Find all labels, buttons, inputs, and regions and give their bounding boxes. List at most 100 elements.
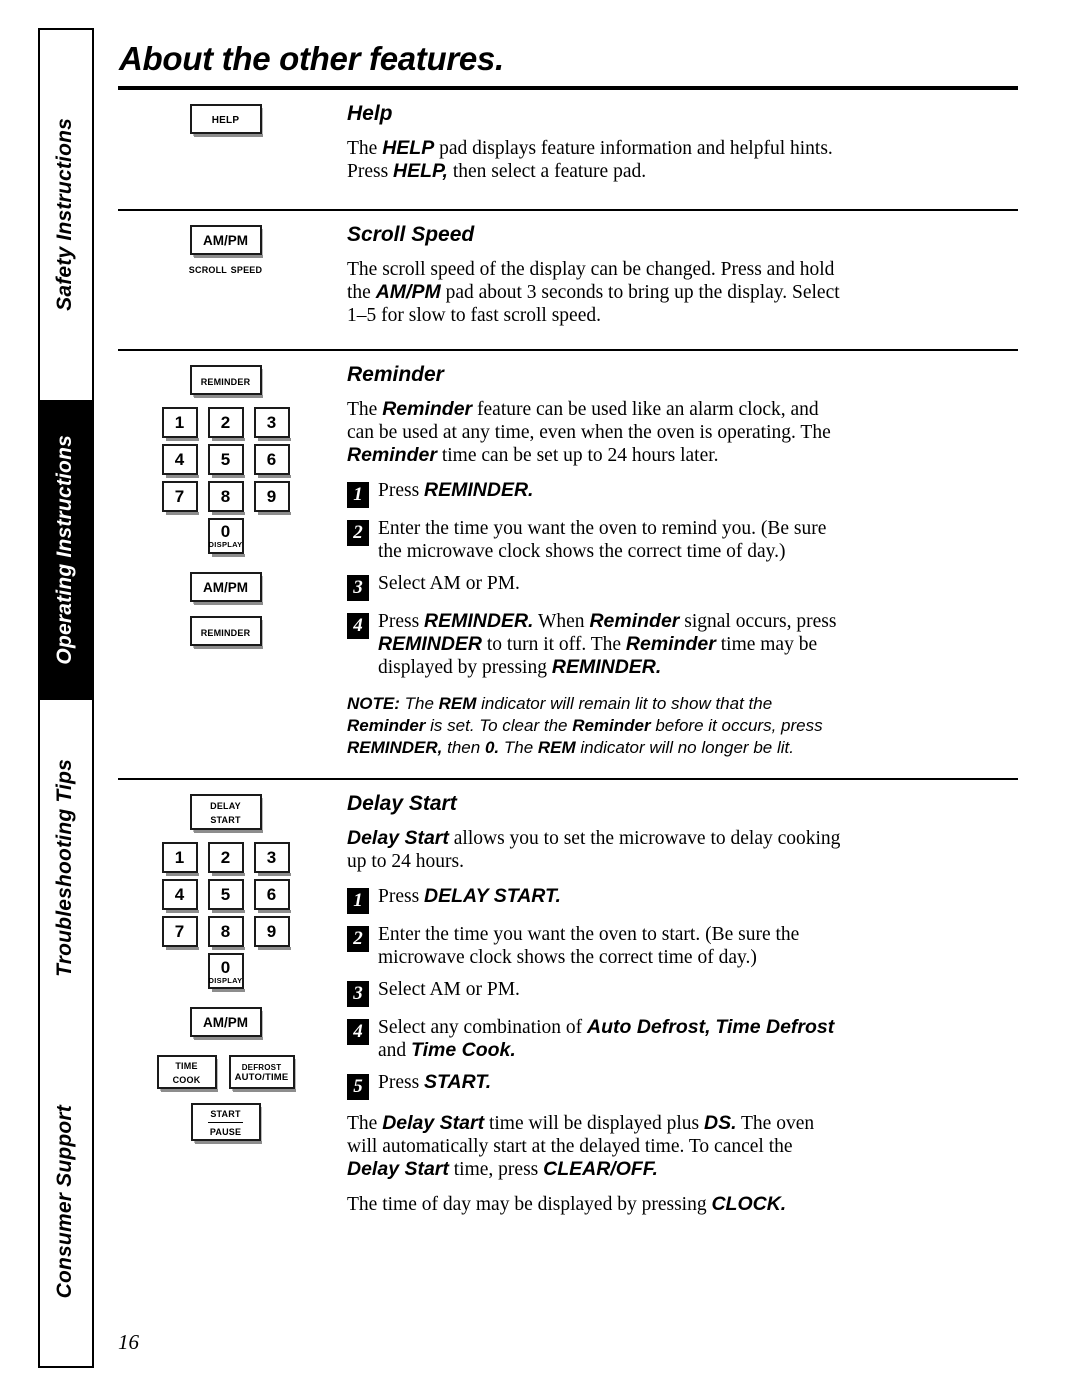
step-text: Select any combination of Auto Defrost, …: [378, 1016, 835, 1062]
step-text: Press REMINDER.: [378, 479, 534, 501]
ampm-pad-button[interactable]: AM/PM: [189, 225, 263, 258]
key-2[interactable]: 2: [207, 842, 245, 877]
key-5[interactable]: 5: [207, 879, 245, 914]
page-title: About the other features.: [119, 40, 504, 77]
key-7[interactable]: 7: [161, 481, 199, 515]
ampm-pad-label: AM/PM: [203, 579, 248, 595]
key-0-sublabel: DISPLAY: [208, 975, 243, 985]
key-6[interactable]: 6: [253, 879, 291, 914]
help-button-graphic: Help: [118, 90, 333, 137]
cook-defrost-button-row: Time Cook Defrost AUTO/TIME: [156, 1055, 296, 1093]
step-text: Press DELAY START.: [378, 885, 561, 908]
sidebar-tab-consumer-support[interactable]: Consumer Support: [38, 1035, 94, 1368]
key-4[interactable]: 4: [161, 879, 199, 914]
ampm-pad-button-delay[interactable]: AM/PM: [189, 1007, 263, 1041]
ampm-pad-button-reminder[interactable]: AM/PM: [189, 572, 263, 605]
ampm-pad-label: AM/PM: [203, 1014, 248, 1030]
key-2[interactable]: 2: [207, 407, 245, 441]
start-pause-button[interactable]: Start Pause: [190, 1103, 262, 1145]
step-number: 2: [347, 520, 369, 546]
scroll-speed-text: Scroll Speed The scroll speed of the dis…: [333, 211, 1026, 327]
reminder-step-1: 1 Press REMINDER.: [347, 479, 846, 508]
content-column: About the other features. Help Help The …: [118, 40, 1026, 1216]
numeric-keypad: 1 2 3 4 5 6 7 8 9: [161, 407, 291, 515]
reminder-pad-button-bottom[interactable]: Reminder: [189, 616, 263, 649]
step-text: Select AM or PM.: [378, 979, 520, 1001]
delay-start-pad-button[interactable]: Delay Start: [189, 794, 263, 834]
defrost-button[interactable]: Defrost AUTO/TIME: [228, 1055, 296, 1093]
key-1[interactable]: 1: [161, 842, 199, 877]
delay-start-step-5: 5 Press START.: [347, 1071, 846, 1101]
help-pad-button[interactable]: Help: [189, 104, 263, 137]
step-text: Enter the time you want the oven to remi…: [378, 518, 827, 562]
reminder-note: NOTE: The REM indicator will remain lit …: [347, 694, 823, 757]
start-pause-label-line2: Pause: [209, 1122, 242, 1138]
key-4[interactable]: 4: [161, 444, 199, 478]
delay-start-intro: Delay Start allows you to set the microw…: [347, 827, 841, 873]
step-text: Press START.: [378, 1071, 492, 1094]
step-number: 1: [347, 888, 369, 915]
scroll-speed-sublabel: Scroll Speed: [188, 262, 263, 276]
step-text: Press REMINDER. When Reminder signal occ…: [378, 610, 837, 678]
page-number: 16: [118, 1330, 139, 1354]
key-3[interactable]: 3: [253, 407, 291, 441]
delay-start-step-4: 4 Select any combination of Auto Defrost…: [347, 1016, 846, 1062]
time-cook-label-line2: Cook: [172, 1071, 201, 1087]
key-7[interactable]: 7: [161, 916, 199, 951]
time-cook-label-line1: Time: [175, 1056, 198, 1072]
step-number: 5: [347, 1074, 369, 1101]
step-number: 3: [347, 575, 369, 601]
step-number: 4: [347, 613, 369, 639]
sidebar-tab-label: Consumer Support: [53, 1104, 76, 1299]
sidebar-tab-safety-instructions[interactable]: Safety Instructions: [38, 28, 94, 400]
scroll-speed-heading: Scroll Speed: [347, 223, 475, 246]
sidebar-tab-operating-instructions[interactable]: Operating Instructions: [38, 400, 94, 700]
section-delay-start: Delay Start 1 2 3 4 5 6 7 8 9 0 DISPLAY: [118, 780, 1026, 1216]
key-9[interactable]: 9: [253, 481, 291, 515]
key-6[interactable]: 6: [253, 444, 291, 478]
start-pause-label-line1: Start: [208, 1106, 243, 1123]
delay-start-heading: Delay Start: [347, 792, 457, 816]
sidebar-tabs: Safety Instructions Operating Instructio…: [38, 28, 94, 1368]
reminder-pad-label: Reminder: [200, 623, 251, 639]
reminder-step-4: 4 Press REMINDER. When Reminder signal o…: [347, 610, 846, 679]
time-cook-button[interactable]: Time Cook: [156, 1055, 218, 1093]
key-0-number: 0: [220, 957, 231, 977]
reminder-intro: The Reminder feature can be used like an…: [347, 398, 831, 466]
key-8[interactable]: 8: [207, 481, 245, 515]
ampm-pad-label: AM/PM: [203, 232, 248, 248]
step-number: 2: [347, 926, 369, 953]
reminder-pad-button-top[interactable]: Reminder: [189, 365, 263, 398]
step-text: Enter the time you want the oven to star…: [378, 924, 800, 969]
key-9[interactable]: 9: [253, 916, 291, 951]
reminder-step-2: 2 Enter the time you want the oven to re…: [347, 517, 846, 563]
reminder-step-3: 3 Select AM or PM.: [347, 572, 846, 601]
key-0-display[interactable]: 0 DISPLAY: [207, 953, 245, 993]
sidebar-tab-troubleshooting-tips[interactable]: Troubleshooting Tips: [38, 700, 94, 1035]
key-3[interactable]: 3: [253, 842, 291, 877]
reminder-text: Reminder The Reminder feature can be use…: [333, 351, 1026, 758]
step-number: 4: [347, 1019, 369, 1046]
reminder-heading: Reminder: [347, 363, 444, 386]
delay-start-step-1: 1 Press DELAY START.: [347, 885, 846, 915]
key-5[interactable]: 5: [207, 444, 245, 478]
step-text: Select AM or PM.: [378, 573, 520, 594]
step-number: 1: [347, 482, 369, 508]
key-0-sublabel: DISPLAY: [208, 540, 243, 550]
scroll-speed-button-graphic: AM/PM Scroll Speed: [118, 211, 333, 276]
help-paragraph: The HELP pad displays feature informatio…: [347, 137, 833, 182]
help-pad-label: Help: [211, 111, 240, 127]
delay-start-step-2: 2 Enter the time you want the oven to st…: [347, 923, 846, 969]
section-reminder: Reminder 1 2 3 4 5 6 7 8 9 0 DISPLAY: [118, 351, 1026, 758]
delay-start-step-3: 3 Select AM or PM.: [347, 978, 846, 1008]
help-heading: Help: [347, 102, 393, 125]
section-scroll-speed: AM/PM Scroll Speed Scroll Speed The scro…: [118, 211, 1026, 327]
delay-start-pad-label-line2: Start: [210, 811, 241, 827]
sidebar-tab-label: Operating Instructions: [53, 435, 76, 665]
reminder-keypad-graphic: Reminder 1 2 3 4 5 6 7 8 9 0 DISPLAY: [118, 351, 333, 649]
delay-start-outro-1: The Delay Start time will be displayed p…: [347, 1112, 815, 1181]
key-8[interactable]: 8: [207, 916, 245, 951]
key-0-display[interactable]: 0 DISPLAY: [207, 518, 245, 557]
key-1[interactable]: 1: [161, 407, 199, 441]
delay-start-outro-2: The time of day may be displayed by pres…: [347, 1193, 787, 1216]
